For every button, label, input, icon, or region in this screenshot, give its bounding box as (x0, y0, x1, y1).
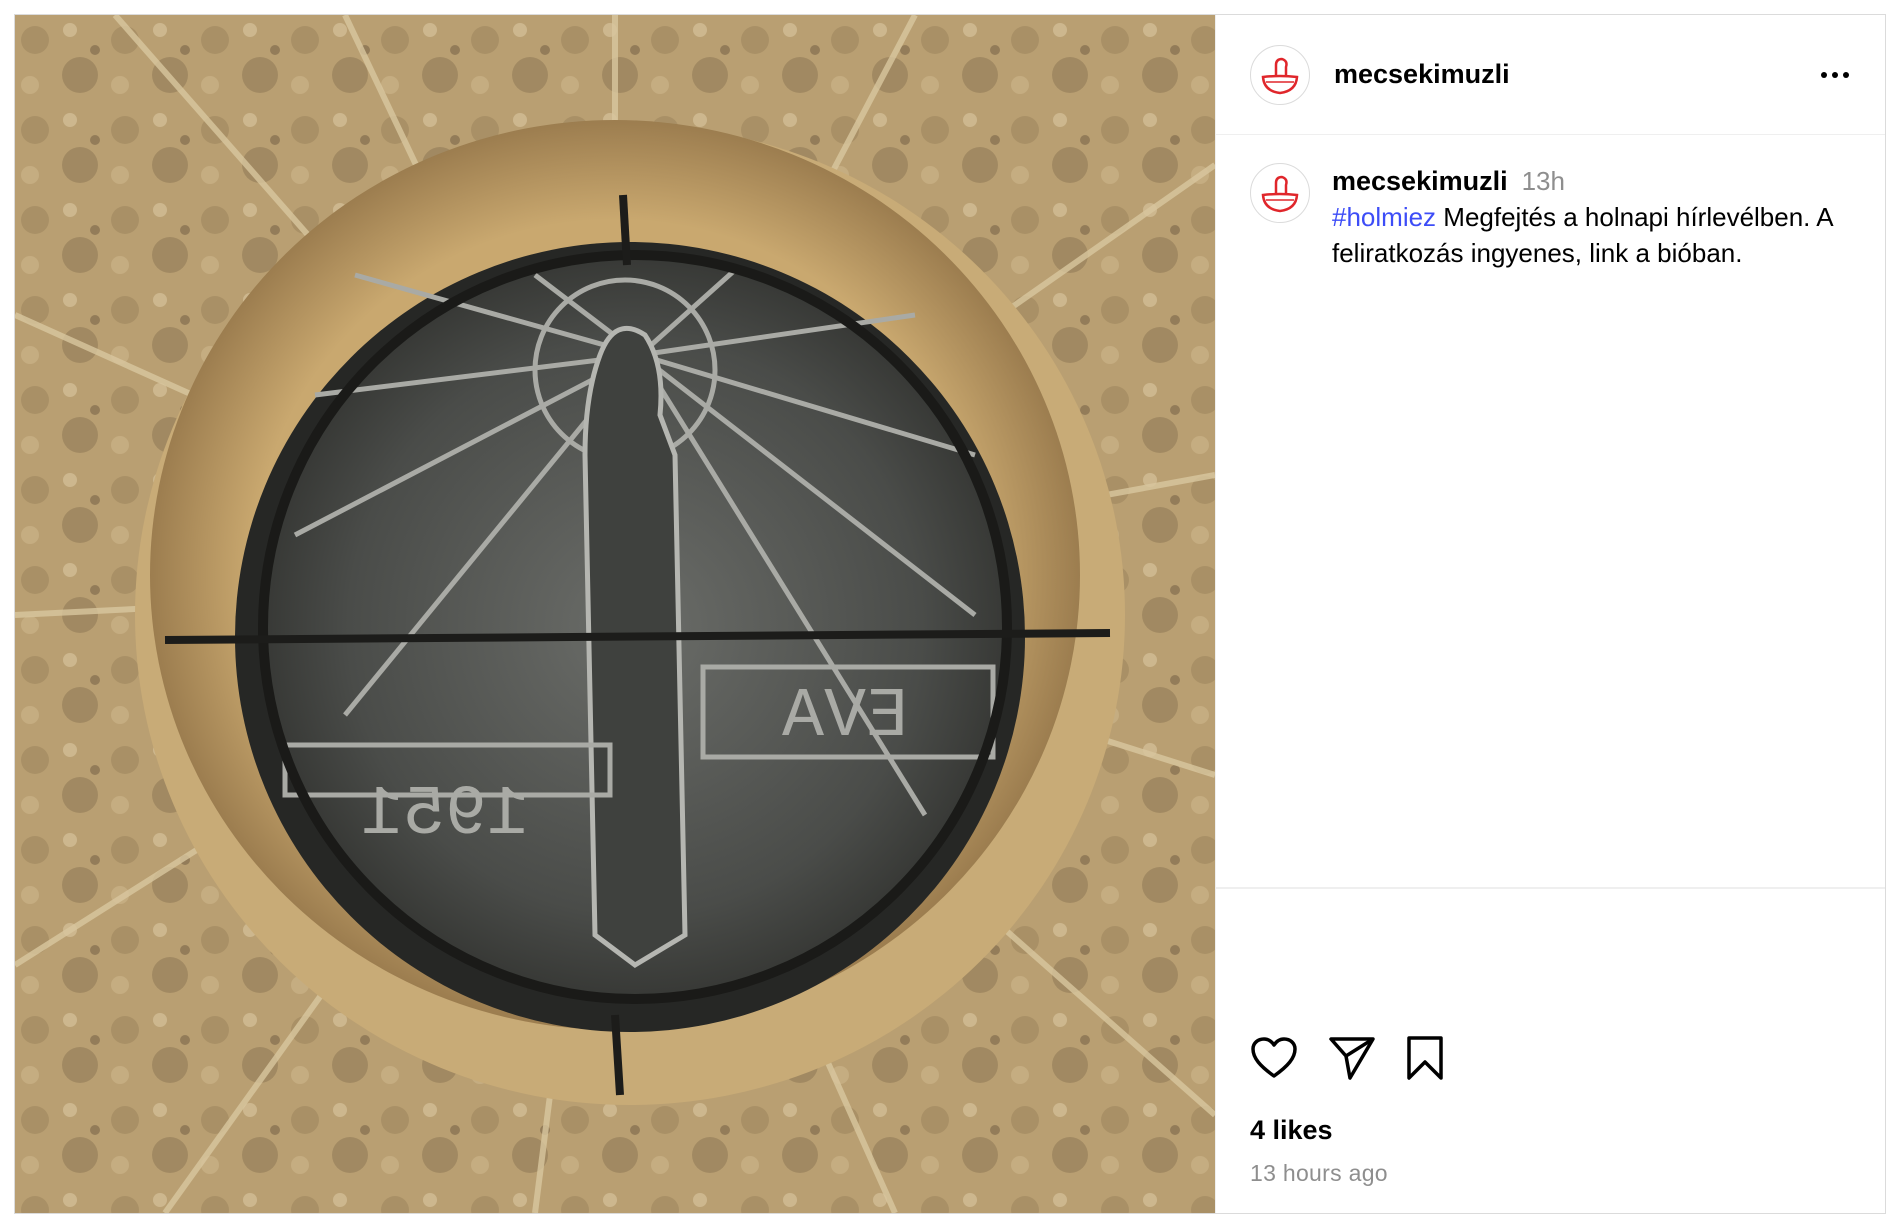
post-sidebar: mecsekimuzli mecsekimuzli 13h #holmiez M… (1215, 15, 1885, 1213)
hashtag-link[interactable]: #holmiez (1332, 202, 1436, 232)
caption-head: mecsekimuzli 13h (1332, 163, 1851, 199)
caption-time[interactable]: 13h (1522, 163, 1565, 199)
share-button[interactable] (1328, 1035, 1376, 1081)
caption-avatar[interactable] (1250, 163, 1310, 223)
save-button[interactable] (1406, 1035, 1444, 1081)
more-options-button[interactable] (1811, 62, 1859, 88)
caption: mecsekimuzli 13h #holmiez Megfejtés a ho… (1250, 163, 1851, 271)
post-header: mecsekimuzli (1216, 15, 1885, 135)
posted-time[interactable]: 13 hours ago (1250, 1160, 1851, 1187)
like-button[interactable] (1250, 1036, 1298, 1080)
actions-section: 4 likes 13 hours ago (1216, 1003, 1885, 1213)
more-horizontal-icon (1821, 71, 1827, 78)
post-image[interactable]: EVA 1951 (15, 15, 1215, 1213)
bookmark-icon (1407, 1036, 1443, 1080)
paper-plane-icon (1329, 1037, 1375, 1080)
svg-text:EVA: EVA (782, 678, 908, 757)
logo-bowl-icon (1261, 57, 1299, 94)
heart-icon (1251, 1037, 1297, 1078)
action-icons (1250, 1003, 1851, 1113)
avatar[interactable] (1250, 44, 1310, 105)
likes-count[interactable]: 4 likes (1250, 1115, 1851, 1146)
svg-text:1951: 1951 (361, 776, 529, 855)
logo-bowl-icon (1261, 175, 1299, 213)
more-dot (1843, 71, 1849, 78)
more-dot (1832, 71, 1838, 78)
caption-username[interactable]: mecsekimuzli (1332, 163, 1508, 199)
comments-section: mecsekimuzli 13h #holmiez Megfejtés a ho… (1216, 135, 1885, 888)
caption-body: mecsekimuzli 13h #holmiez Megfejtés a ho… (1332, 163, 1851, 271)
caption-text-block: #holmiez Megfejtés a holnapi hírlevélben… (1332, 199, 1851, 271)
post-card: EVA 1951 mecsekimuzli mecsekimuzli 13h #… (14, 14, 1886, 1214)
divider (1216, 888, 1885, 1003)
header-username[interactable]: mecsekimuzli (1334, 59, 1510, 90)
